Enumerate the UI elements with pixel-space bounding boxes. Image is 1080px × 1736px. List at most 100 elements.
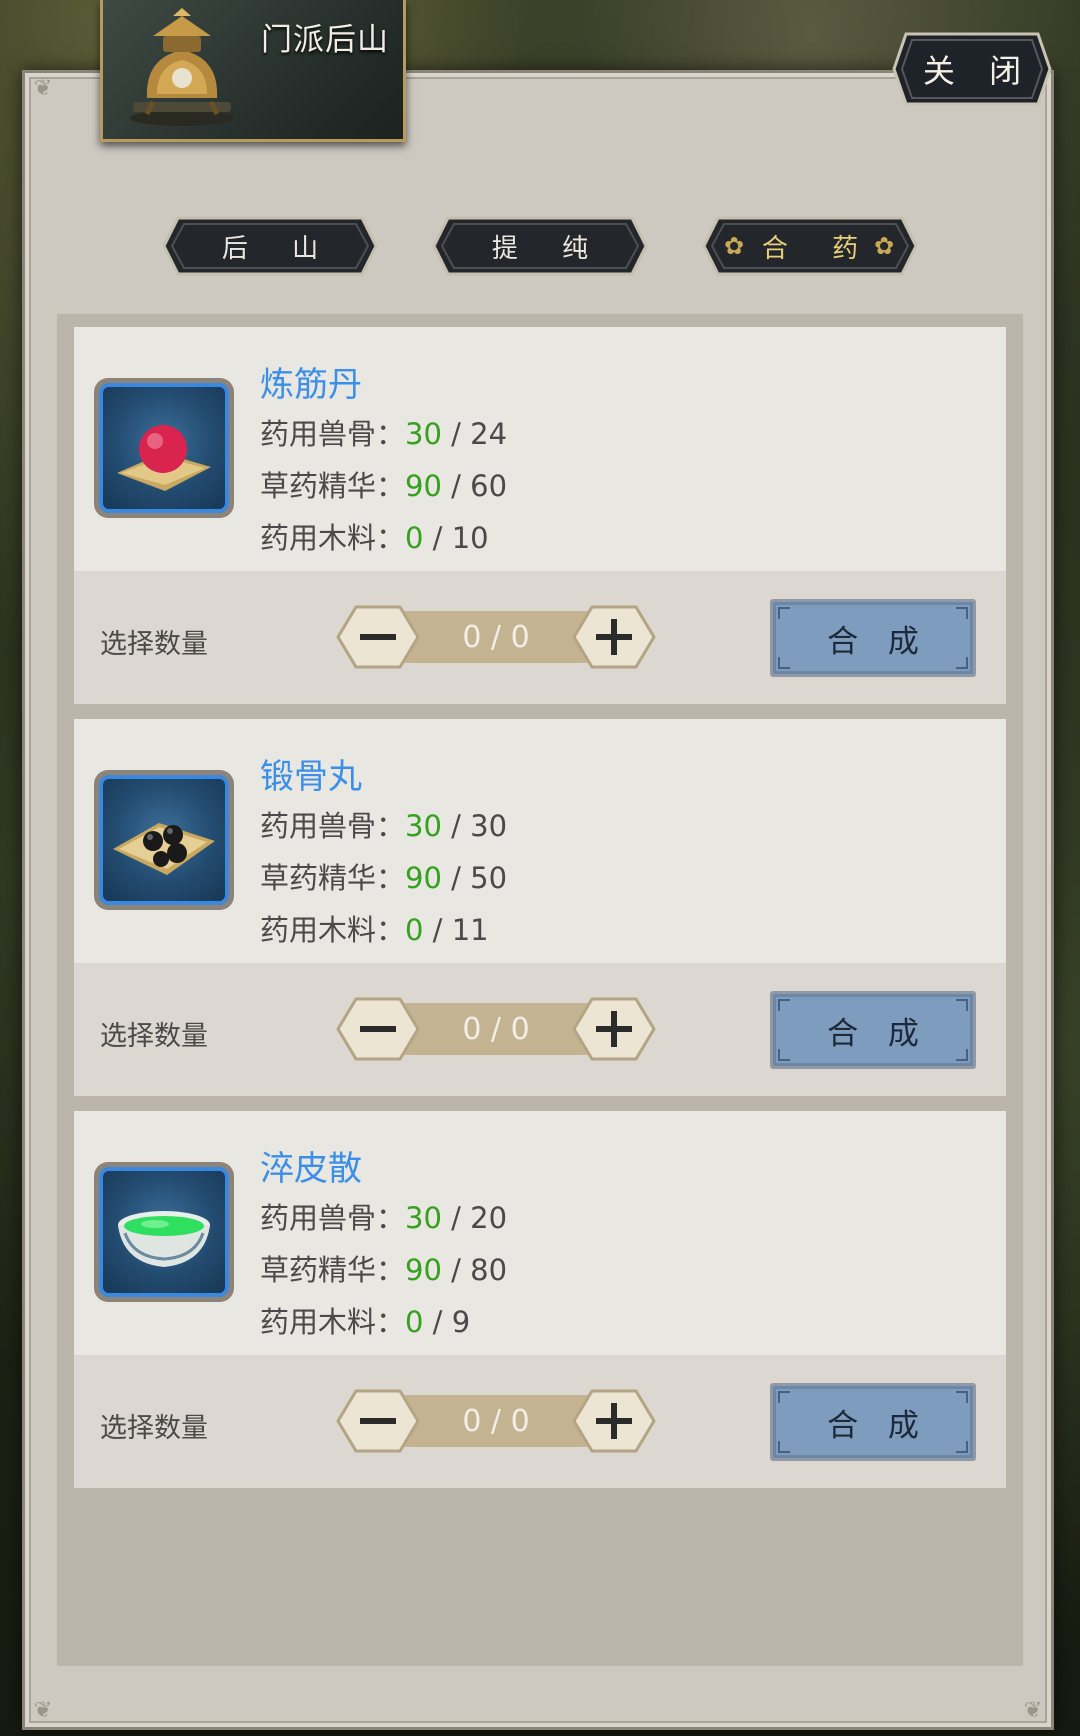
recipe-info: 淬皮散 药用兽骨：30 / 20 草药精华：90 / 80 药用木料：0 / 9 xyxy=(74,1111,1006,1355)
tab-label: 提 纯 xyxy=(491,233,607,264)
requirement-need: 9 xyxy=(451,1305,471,1339)
red-pill-icon xyxy=(117,425,211,491)
recipe-list: 炼筋丹 药用兽骨：30 / 24 草药精华：90 / 60 药用木料：0 / 1… xyxy=(57,314,1023,1666)
title-card: 门派后山 xyxy=(100,0,406,142)
requirement-need: 30 xyxy=(470,809,508,843)
requirement-separator: / xyxy=(441,809,471,843)
requirement-separator: / xyxy=(441,469,471,503)
requirement-separator: / xyxy=(441,1253,471,1287)
quantity-stepper: 0 / 0 xyxy=(336,997,656,1061)
quantity-label: 选择数量 xyxy=(100,1021,208,1052)
tab-heyao[interactable]: ✿ ✿ 合 药 xyxy=(702,216,918,276)
requirement-have: 0 xyxy=(405,913,424,947)
black-pills-icon xyxy=(113,823,215,875)
synthesize-label: 合 成 xyxy=(827,1015,929,1052)
synthesize-label: 合 成 xyxy=(827,623,929,660)
requirement-have: 90 xyxy=(405,861,442,895)
synthesize-button[interactable]: 合 成 xyxy=(770,1383,976,1461)
recipe-info: 锻骨丸 药用兽骨：30 / 30 草药精华：90 / 50 药用木料：0 / 1… xyxy=(74,719,1006,963)
requirement-label: 药用兽骨： xyxy=(260,809,406,843)
requirement-row: 药用兽骨：30 / 30 xyxy=(260,803,507,845)
requirement-separator: / xyxy=(441,417,471,451)
requirement-label: 草药精华： xyxy=(260,1253,406,1287)
requirement-separator: / xyxy=(423,1305,452,1339)
requirement-label: 药用木料： xyxy=(260,521,406,555)
requirement-label: 草药精华： xyxy=(260,469,406,503)
quantity-value: 0 / 0 xyxy=(462,1011,530,1047)
quantity-label: 选择数量 xyxy=(100,629,208,660)
tab-houshan[interactable]: 后 山 xyxy=(162,216,378,276)
quantity-stepper: 0 / 0 xyxy=(336,1389,656,1453)
requirement-have: 0 xyxy=(405,1305,424,1339)
requirement-separator: / xyxy=(441,1201,471,1235)
minus-icon xyxy=(336,997,420,1061)
corner-ornament-icon: ❦ xyxy=(1023,1698,1043,1723)
recipe-info: 炼筋丹 药用兽骨：30 / 24 草药精华：90 / 60 药用木料：0 / 1… xyxy=(74,327,1006,571)
requirement-separator: / xyxy=(423,521,452,555)
recipe-card: 淬皮散 药用兽骨：30 / 20 草药精华：90 / 80 药用木料：0 / 9… xyxy=(74,1111,1006,1488)
requirement-row: 草药精华：90 / 50 xyxy=(260,855,507,897)
green-powder-bowl-icon xyxy=(118,1211,210,1267)
requirement-have: 90 xyxy=(405,1253,442,1287)
tab-tichun[interactable]: 提 纯 xyxy=(432,216,648,276)
requirement-label: 药用木料： xyxy=(260,913,406,947)
requirement-row: 药用兽骨：30 / 20 xyxy=(260,1195,507,1237)
close-button[interactable]: 关 闭 xyxy=(892,32,1052,106)
plus-icon xyxy=(572,997,656,1061)
synthesize-label: 合 成 xyxy=(827,1407,929,1444)
requirement-have: 30 xyxy=(405,417,442,451)
corner-ornament-icon: ❦ xyxy=(33,76,53,101)
requirement-label: 草药精华： xyxy=(260,861,406,895)
requirement-have: 90 xyxy=(405,469,442,503)
requirement-have: 0 xyxy=(405,521,424,555)
tab-label: 合 药 xyxy=(761,233,877,264)
item-slot[interactable] xyxy=(94,770,234,910)
recipe-card: 锻骨丸 药用兽骨：30 / 30 草药精华：90 / 50 药用木料：0 / 1… xyxy=(74,719,1006,1096)
item-slot[interactable] xyxy=(94,1162,234,1302)
requirement-need: 11 xyxy=(451,913,489,947)
requirement-need: 50 xyxy=(470,861,508,895)
recipe-actions: 选择数量 0 / 0 合 成 xyxy=(74,571,1006,704)
recipe-card: 炼筋丹 药用兽骨：30 / 24 草药精华：90 / 60 药用木料：0 / 1… xyxy=(74,327,1006,704)
quantity-stepper: 0 / 0 xyxy=(336,605,656,669)
requirement-row: 草药精华：90 / 60 xyxy=(260,463,507,505)
requirement-have: 30 xyxy=(405,809,442,843)
requirement-need: 60 xyxy=(470,469,508,503)
synthesize-button[interactable]: 合 成 xyxy=(770,991,976,1069)
recipe-name: 炼筋丹 xyxy=(260,365,362,405)
recipe-name: 锻骨丸 xyxy=(260,757,362,797)
recipe-actions: 选择数量 0 / 0 合 成 xyxy=(74,963,1006,1096)
minus-icon xyxy=(336,1389,420,1453)
increase-button[interactable] xyxy=(572,605,656,669)
page-title: 门派后山 xyxy=(261,22,389,58)
requirement-separator: / xyxy=(441,861,471,895)
requirement-have: 30 xyxy=(405,1201,442,1235)
requirement-row: 药用木料：0 / 10 xyxy=(260,515,489,557)
requirement-need: 24 xyxy=(470,417,508,451)
item-slot[interactable] xyxy=(94,378,234,518)
requirement-row: 药用兽骨：30 / 24 xyxy=(260,411,507,453)
decrease-button[interactable] xyxy=(336,1389,420,1453)
requirement-need: 80 xyxy=(470,1253,508,1287)
requirement-row: 草药精华：90 / 80 xyxy=(260,1247,507,1289)
increase-button[interactable] xyxy=(572,997,656,1061)
recipe-name: 淬皮散 xyxy=(260,1149,362,1189)
requirement-row: 药用木料：0 / 9 xyxy=(260,1299,470,1341)
requirement-label: 药用兽骨： xyxy=(260,1201,406,1235)
recipe-actions: 选择数量 0 / 0 合 成 xyxy=(74,1355,1006,1488)
requirement-row: 药用木料：0 / 11 xyxy=(260,907,489,949)
synthesize-button[interactable]: 合 成 xyxy=(770,599,976,677)
close-button-label: 关 闭 xyxy=(922,52,1034,90)
plus-icon xyxy=(572,605,656,669)
cauldron-icon xyxy=(130,8,234,126)
decrease-button[interactable] xyxy=(336,997,420,1061)
quantity-value: 0 / 0 xyxy=(462,1403,530,1439)
quantity-label: 选择数量 xyxy=(100,1413,208,1444)
requirement-label: 药用木料： xyxy=(260,1305,406,1339)
requirement-separator: / xyxy=(423,913,452,947)
increase-button[interactable] xyxy=(572,1389,656,1453)
requirement-need: 20 xyxy=(470,1201,508,1235)
plus-icon xyxy=(572,1389,656,1453)
decrease-button[interactable] xyxy=(336,605,420,669)
quantity-value: 0 / 0 xyxy=(462,619,530,655)
